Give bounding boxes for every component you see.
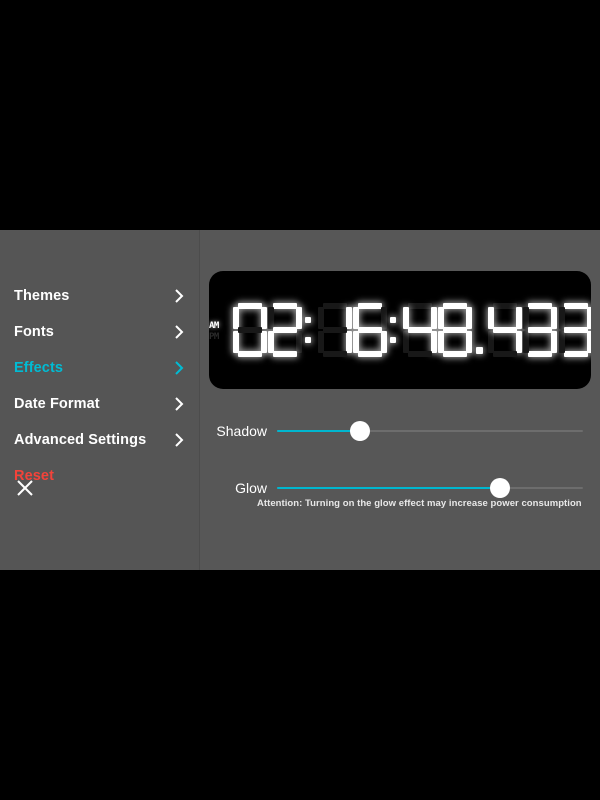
chevron-right-icon bbox=[175, 361, 184, 375]
sidebar-item-label: Date Format bbox=[14, 395, 100, 412]
effects-content: AM PM Shadow Glow Attention: Turning on … bbox=[200, 230, 600, 570]
sidebar-item-label: Reset bbox=[14, 467, 54, 484]
clock-display: AM PM bbox=[209, 271, 591, 389]
clock-colon-separator bbox=[301, 303, 313, 357]
clock-preview[interactable]: AM PM bbox=[209, 271, 591, 389]
clock-period-separator bbox=[472, 303, 484, 357]
chevron-right-icon bbox=[175, 397, 184, 411]
clock-digit bbox=[316, 303, 352, 357]
sidebar-item-label: Themes bbox=[14, 287, 70, 304]
sidebar-item-effects[interactable]: Effects bbox=[0, 350, 200, 386]
glow-warning-text: Attention: Turning on the glow effect ma… bbox=[257, 498, 582, 509]
shadow-slider[interactable] bbox=[277, 418, 583, 444]
shadow-setting-row: Shadow bbox=[200, 418, 600, 444]
settings-sidebar: Themes Fonts Effects Date Format Advance… bbox=[0, 230, 200, 570]
shadow-slider-fill bbox=[277, 430, 360, 432]
glow-slider-fill bbox=[277, 487, 501, 489]
shadow-slider-thumb[interactable] bbox=[349, 421, 370, 441]
sidebar-item-label: Advanced Settings bbox=[14, 431, 147, 448]
chevron-right-icon bbox=[175, 433, 184, 447]
glow-slider-thumb[interactable] bbox=[490, 478, 511, 498]
sidebar-item-label: Effects bbox=[14, 359, 64, 376]
sidebar-item-themes[interactable]: Themes bbox=[0, 278, 200, 314]
app-screen: Themes Fonts Effects Date Format Advance… bbox=[0, 0, 600, 800]
settings-panel: Themes Fonts Effects Date Format Advance… bbox=[0, 230, 600, 570]
chevron-right-icon bbox=[175, 289, 184, 303]
clock-digit bbox=[557, 303, 591, 357]
sidebar-item-fonts[interactable]: Fonts bbox=[0, 314, 200, 350]
clock-digit bbox=[486, 303, 522, 357]
sidebar-item-advanced-settings[interactable]: Advanced Settings bbox=[0, 422, 200, 458]
ampm-indicator: AM PM bbox=[209, 303, 227, 357]
clock-digit bbox=[351, 303, 388, 357]
am-label: AM bbox=[209, 321, 219, 331]
sidebar-item-reset[interactable]: Reset bbox=[0, 458, 200, 494]
chevron-right-icon bbox=[175, 325, 184, 339]
glow-label: Glow bbox=[235, 480, 267, 496]
settings-menu: Themes Fonts Effects Date Format Advance… bbox=[0, 278, 200, 494]
sidebar-item-label: Fonts bbox=[14, 323, 54, 340]
clock-digit bbox=[266, 303, 302, 357]
clock-digit bbox=[401, 303, 437, 357]
clock-digit bbox=[231, 303, 267, 357]
shadow-label: Shadow bbox=[216, 423, 267, 439]
sidebar-item-date-format[interactable]: Date Format bbox=[0, 386, 200, 422]
clock-digit bbox=[436, 303, 473, 357]
clock-digit bbox=[521, 303, 558, 357]
clock-colon-separator bbox=[386, 303, 398, 357]
pm-label: PM bbox=[209, 332, 219, 342]
